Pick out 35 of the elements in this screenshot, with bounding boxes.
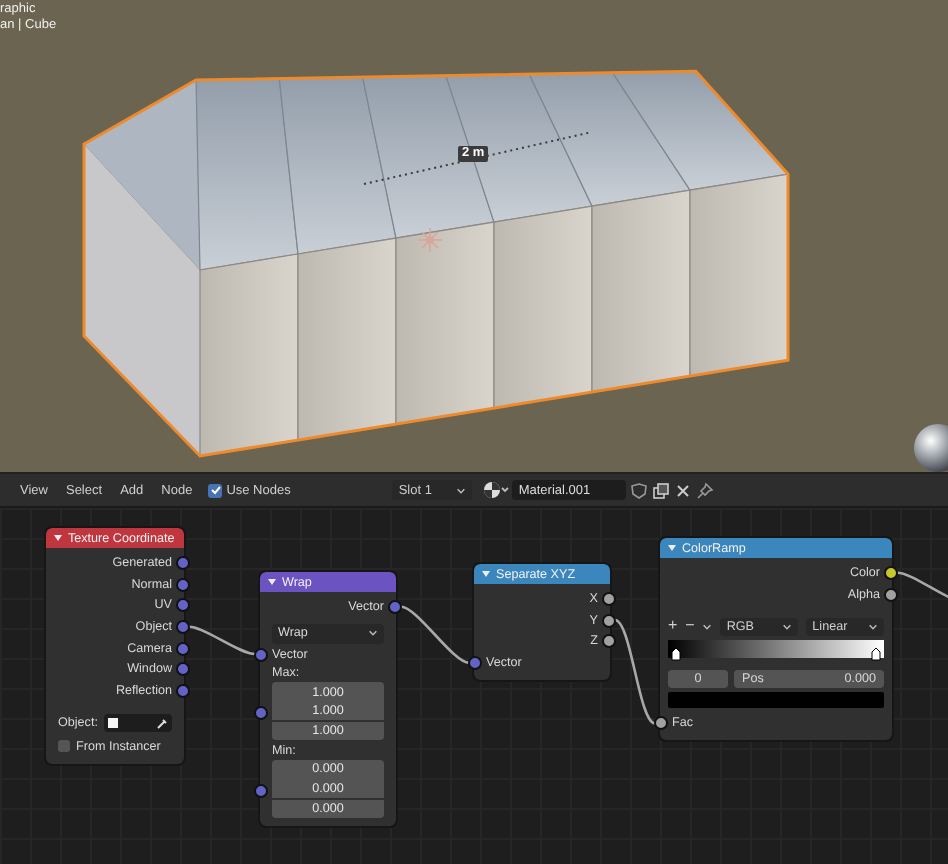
- socket[interactable]: [654, 716, 668, 731]
- socket[interactable]: [602, 634, 616, 649]
- shield-icon[interactable]: [630, 481, 649, 499]
- chevron-icon: [868, 621, 878, 632]
- object-origin-icon: [417, 227, 443, 253]
- socket[interactable]: [884, 587, 898, 602]
- pin-icon[interactable]: [696, 481, 715, 499]
- copy-icon[interactable]: [652, 481, 671, 499]
- chevron-icon: [782, 621, 793, 632]
- checkbox[interactable]: [58, 740, 70, 753]
- collapse-icon[interactable]: [268, 578, 276, 586]
- socket[interactable]: [602, 591, 616, 606]
- color-swatch[interactable]: [668, 692, 884, 709]
- socket[interactable]: [602, 613, 616, 628]
- object-field[interactable]: [103, 714, 172, 733]
- checkbox[interactable]: [208, 483, 223, 497]
- close-icon[interactable]: [674, 481, 693, 499]
- collapse-icon[interactable]: [54, 534, 62, 542]
- remove-stop-button[interactable]: −: [685, 618, 695, 635]
- socket[interactable]: [884, 565, 898, 580]
- color-ramp-drawing[interactable]: [668, 640, 884, 663]
- material-browse-icon[interactable]: [482, 480, 511, 500]
- chevron-icon: [456, 485, 467, 495]
- node-editor-grid[interactable]: [0, 508, 948, 864]
- node-link: [188, 625, 256, 656]
- node-link: [400, 605, 470, 665]
- box-drawing[interactable]: [82, 69, 790, 458]
- add-stop-button[interactable]: +: [668, 618, 678, 635]
- node-link: [896, 571, 948, 602]
- chevron-icon: [368, 628, 378, 639]
- chevron-icon[interactable]: [702, 621, 713, 632]
- collapse-icon[interactable]: [668, 544, 676, 552]
- node-link: [614, 618, 656, 725]
- collapse-icon[interactable]: [482, 570, 490, 578]
- eyedropper-icon[interactable]: [156, 717, 168, 730]
